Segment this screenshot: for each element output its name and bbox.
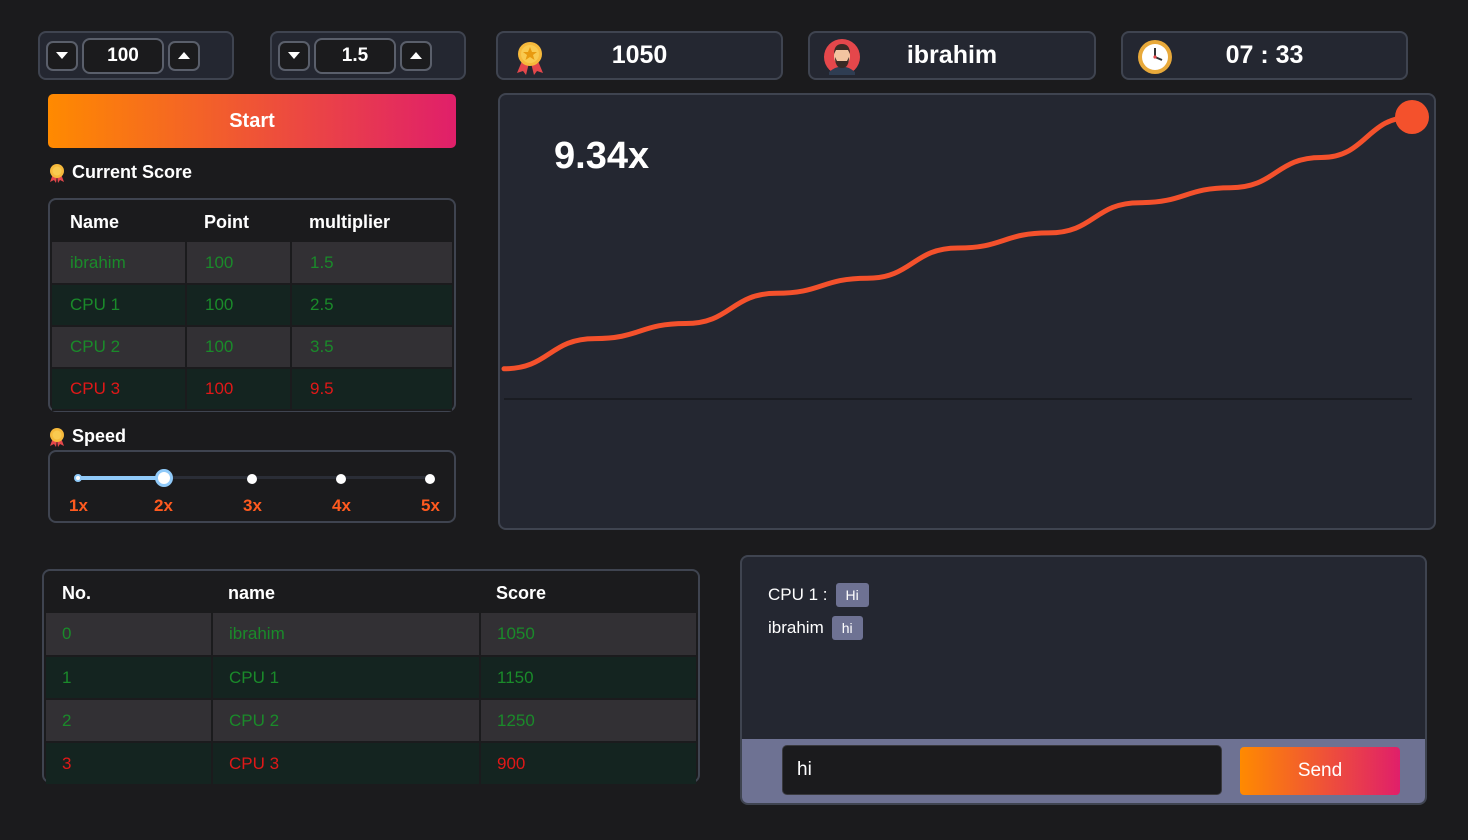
chat-bubble: Hi	[835, 583, 869, 607]
player-name: CPU 3	[212, 742, 481, 786]
slider-tick-1x[interactable]	[74, 474, 82, 482]
chat-panel: CPU 1 : Hi ibrahim hi Send	[740, 555, 1427, 805]
table-row: 1 CPU 1 1150	[46, 656, 696, 700]
player-name: CPU 1	[52, 284, 187, 327]
player-point: 100	[186, 368, 292, 411]
slider-fill	[78, 476, 164, 480]
table-header-row: No. name Score	[46, 573, 696, 613]
player-name: CPU 2	[52, 326, 187, 369]
speed-heading: Speed	[48, 426, 126, 447]
slider-tick-3x[interactable]	[247, 474, 257, 484]
rank: 1	[46, 656, 213, 700]
player-name: CPU 1	[212, 656, 481, 700]
player-name: ibrahim	[212, 613, 481, 657]
speed-slider[interactable]: 1x 2x 3x 4x 5x	[48, 450, 456, 523]
current-score-title: Current Score	[72, 162, 193, 182]
slider-tick-4x[interactable]	[336, 474, 346, 484]
curve-head-marker	[1395, 100, 1429, 134]
speed-option-2x[interactable]: 2x	[154, 496, 173, 516]
chat-sender: ibrahim	[768, 618, 824, 637]
table-row: 0 ibrahim 1050	[46, 613, 696, 657]
rank: 0	[46, 613, 213, 657]
column-header: Name	[70, 211, 120, 232]
player-score: 1150	[480, 656, 696, 700]
chat-bubble: hi	[831, 616, 863, 640]
player-multiplier: 3.5	[291, 326, 452, 369]
chevron-down-icon	[56, 52, 68, 59]
chat-input-bar: Send	[742, 739, 1425, 803]
column-header: multiplier	[309, 211, 391, 232]
multiplier-graph: 9.34x	[498, 93, 1436, 530]
slider-tick-5x[interactable]	[425, 474, 435, 484]
slider-thumb[interactable]	[155, 469, 173, 487]
start-button[interactable]: Start	[48, 94, 456, 148]
table-row: ibrahim 100 1.5	[52, 242, 452, 285]
bet-stepper: 100	[38, 31, 234, 80]
chat-message: ibrahim hi	[768, 616, 863, 640]
current-score-table: Name Point multiplier ibrahim 100 1.5 CP…	[48, 198, 456, 412]
bet-decrease-button[interactable]	[46, 40, 78, 71]
column-header: name	[228, 582, 276, 603]
player-score: 900	[480, 742, 696, 786]
player-multiplier: 1.5	[291, 242, 452, 285]
speed-option-1x[interactable]: 1x	[69, 496, 88, 516]
chat-input[interactable]	[782, 745, 1222, 795]
table-row: 3 CPU 3 900	[46, 742, 696, 786]
table-header-row: Name Point multiplier	[52, 202, 452, 242]
chevron-up-icon	[178, 52, 190, 59]
clock-icon	[1138, 40, 1172, 74]
multiplier-curve	[501, 114, 1415, 372]
bet-value[interactable]: 100	[82, 37, 164, 74]
table-row: CPU 3 100 9.5	[52, 368, 452, 411]
chevron-down-icon	[288, 52, 300, 59]
rank: 3	[46, 742, 213, 786]
current-score-heading: Current Score	[48, 162, 192, 183]
chat-sender: CPU 1 :	[768, 585, 828, 604]
rank: 2	[46, 699, 213, 743]
player-point: 100	[186, 242, 292, 285]
user-avatar-icon	[824, 39, 860, 75]
multiplier-decrease-button[interactable]	[278, 40, 310, 71]
table-row: CPU 1 100 2.5	[52, 284, 452, 327]
player-point: 100	[186, 326, 292, 369]
multiplier-increase-button[interactable]	[400, 40, 432, 71]
player-name: CPU 3	[52, 368, 187, 411]
user-box: ibrahim	[808, 31, 1096, 80]
speed-option-4x[interactable]: 4x	[332, 496, 351, 516]
chevron-up-icon	[410, 52, 422, 59]
player-multiplier: 2.5	[291, 284, 452, 327]
speed-option-3x[interactable]: 3x	[243, 496, 262, 516]
multiplier-value[interactable]: 1.5	[314, 37, 396, 74]
medal-icon	[517, 42, 543, 75]
table-row: CPU 2 100 3.5	[52, 326, 452, 369]
player-score: 1050	[480, 613, 696, 657]
player-point: 100	[186, 284, 292, 327]
timer-box: 07 : 33	[1121, 31, 1408, 80]
table-row: 2 CPU 2 1250	[46, 699, 696, 743]
player-name: CPU 2	[212, 699, 481, 743]
multiplier-stepper: 1.5	[270, 31, 466, 80]
medal-icon	[50, 163, 64, 183]
chat-message: CPU 1 : Hi	[768, 583, 869, 607]
speed-title: Speed	[72, 426, 127, 446]
player-score: 1250	[480, 699, 696, 743]
column-header: No.	[62, 582, 91, 603]
column-header: Point	[204, 211, 249, 232]
bet-increase-button[interactable]	[168, 40, 200, 71]
leaderboard-table: No. name Score 0 ibrahim 1050 1 CPU 1 11…	[42, 569, 700, 786]
player-multiplier: 9.5	[291, 368, 452, 411]
send-button[interactable]: Send	[1240, 747, 1400, 795]
points-box: 1050	[496, 31, 783, 80]
player-name: ibrahim	[52, 242, 187, 285]
column-header: Score	[496, 582, 547, 603]
medal-icon	[50, 427, 64, 447]
multiplier-curve-chart	[501, 100, 1429, 400]
speed-option-5x[interactable]: 5x	[421, 496, 440, 516]
